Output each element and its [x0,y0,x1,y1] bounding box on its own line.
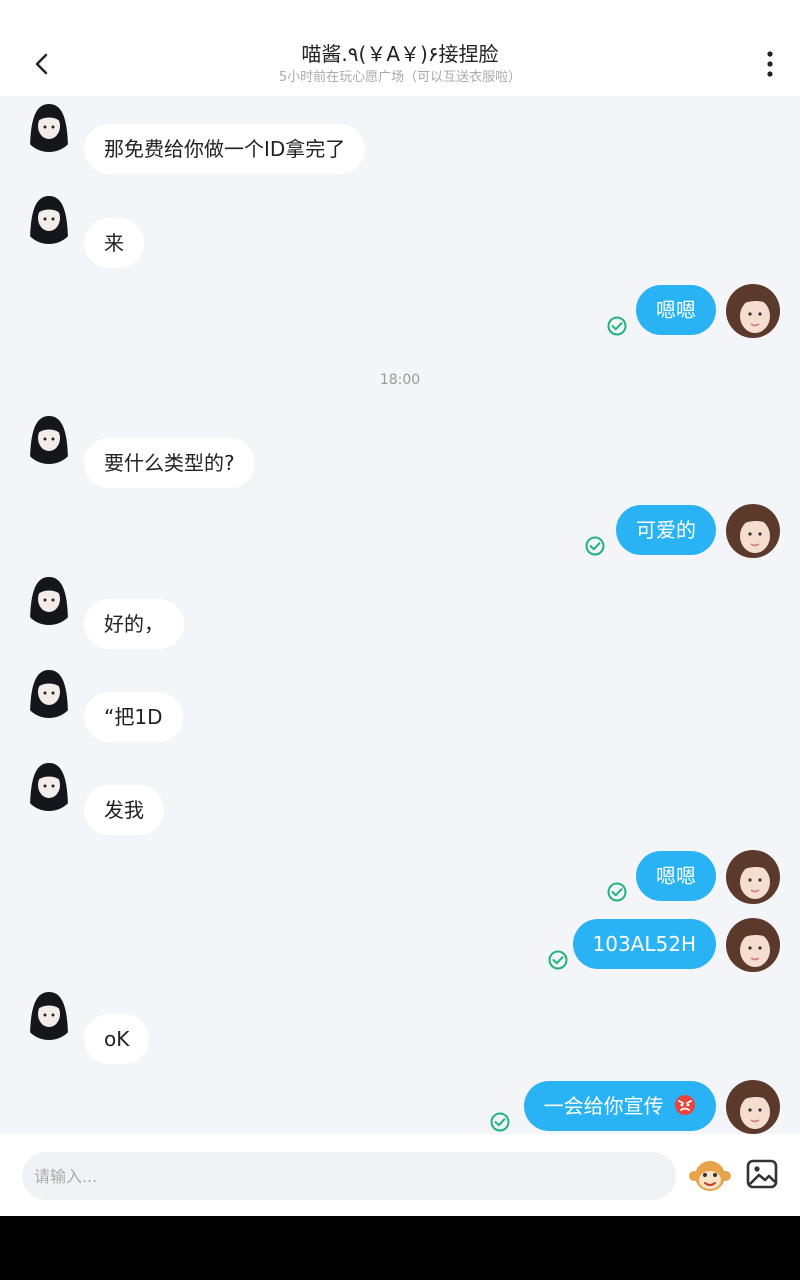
message-text: 一会给你宣传 [543,1094,664,1118]
chat-subtitle: 5小时前在玩心愿广场（可以互送衣服啦） [278,70,522,85]
emoji-button[interactable] [688,1154,732,1198]
message-bubble-incoming[interactable]: “把1D [84,692,183,742]
message-bubble-incoming[interactable]: 好的， [84,599,184,649]
more-button[interactable] [752,44,788,84]
read-check-icon [548,950,568,970]
message-bubble-incoming[interactable]: 来 [84,218,144,268]
avatar-other[interactable] [22,410,76,464]
avatar-self[interactable] [726,284,780,338]
message-bubble-incoming[interactable]: 要什么类型的? [84,438,255,488]
message-bubble-incoming[interactable]: 那免费给你做一个ID拿完了 [84,124,366,174]
avatar-self[interactable] [726,504,780,558]
message-bubble-outgoing[interactable]: 可爱的 [616,505,716,555]
avatar-other[interactable] [22,986,76,1040]
avatar-other[interactable] [22,190,76,244]
chat-screen: 喵酱.٩(￥A￥)۶接捏脸 5小时前在玩心愿广场（可以互送衣服啦） 那免费给你做… [0,0,800,1216]
input-bar [0,1134,800,1216]
avatar-other[interactable] [22,98,76,152]
message-bubble-outgoing[interactable]: 嗯嗯 [636,851,716,901]
back-button[interactable] [22,44,62,84]
read-check-icon [607,882,627,902]
monkey-emoji-icon [689,1160,731,1191]
title-block: 喵酱.٩(￥A￥)۶接捏脸 5小时前在玩心愿广场（可以互送衣服啦） [150,40,650,87]
image-picker-icon [746,1159,778,1189]
image-button[interactable] [744,1156,780,1192]
more-vertical-icon [767,51,773,77]
back-arrow-icon [35,53,48,75]
read-check-icon [607,316,627,336]
time-separator: 18:00 [379,372,421,388]
avatar-other[interactable] [22,664,76,718]
read-check-icon [490,1112,510,1132]
avatar-self[interactable] [726,850,780,904]
message-input[interactable] [22,1152,676,1200]
chat-title: 喵酱.٩(￥A￥)۶接捏脸 [301,42,499,66]
avatar-other[interactable] [22,757,76,811]
avatar-self[interactable] [726,1080,780,1134]
message-bubble-outgoing[interactable]: 103AL52H [572,919,716,969]
chat-header: 喵酱.٩(￥A￥)۶接捏脸 5小时前在玩心愿广场（可以互送衣服啦） [0,0,800,96]
message-bubble-outgoing[interactable]: 嗯嗯 [636,285,716,335]
message-bubble-outgoing[interactable]: 一会给你宣传 [523,1081,716,1131]
angry-face-emoji-icon [675,1095,695,1115]
avatar-self[interactable] [726,918,780,972]
avatar-other[interactable] [22,571,76,625]
message-bubble-incoming[interactable]: 发我 [84,785,164,835]
read-check-icon [585,536,605,556]
message-bubble-incoming[interactable]: oK [84,1014,150,1064]
